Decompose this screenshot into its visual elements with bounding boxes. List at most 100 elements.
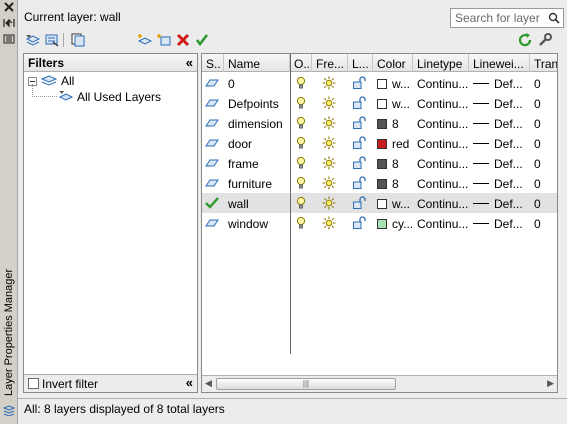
layer-color[interactable]: 8: [373, 113, 413, 133]
freeze-sun-icon[interactable]: [312, 133, 348, 153]
layer-status-icon[interactable]: [202, 73, 224, 93]
table-row[interactable]: wall w... Continu... Def... 0: [202, 193, 557, 213]
freeze-sun-icon[interactable]: [312, 113, 348, 133]
unlock-icon[interactable]: [348, 153, 373, 173]
layer-states-icon[interactable]: [69, 32, 87, 48]
horizontal-scrollbar[interactable]: ◀ ||| ▶: [202, 375, 557, 392]
layer-status-icon[interactable]: [202, 173, 224, 193]
unlock-icon[interactable]: [348, 133, 373, 153]
layer-lineweight[interactable]: Def...: [469, 113, 530, 133]
layer-lineweight[interactable]: Def...: [469, 73, 530, 93]
column-lock[interactable]: L...: [348, 54, 373, 72]
layer-name[interactable]: frame: [224, 153, 290, 173]
layer-linetype[interactable]: Continu...: [413, 93, 469, 113]
layer-name[interactable]: 0: [224, 73, 290, 93]
table-row[interactable]: 0 w... Continu... Def... 0: [202, 73, 557, 93]
layer-linetype[interactable]: Continu...: [413, 133, 469, 153]
on-bulb-icon[interactable]: [290, 73, 312, 93]
scroll-thumb[interactable]: |||: [216, 378, 396, 390]
layer-color[interactable]: 8: [373, 153, 413, 173]
column-on[interactable]: O..: [290, 54, 312, 72]
layer-lineweight[interactable]: Def...: [469, 153, 530, 173]
invert-filter-checkbox[interactable]: [28, 378, 39, 389]
layer-transparency[interactable]: 0: [530, 133, 557, 153]
refresh-icon[interactable]: [516, 32, 534, 48]
scroll-left-icon[interactable]: ◀: [205, 378, 212, 389]
set-current-icon[interactable]: [193, 32, 211, 48]
table-row[interactable]: door red Continu... Def... 0: [202, 133, 557, 153]
layer-status-icon[interactable]: [202, 93, 224, 113]
layer-color[interactable]: red: [373, 133, 413, 153]
layer-color[interactable]: cy...: [373, 213, 413, 233]
column-linetype[interactable]: Linetype: [413, 54, 469, 72]
unlock-icon[interactable]: [348, 73, 373, 93]
new-property-filter-icon[interactable]: [24, 32, 42, 48]
layer-name[interactable]: wall: [224, 193, 290, 213]
freeze-sun-icon[interactable]: [312, 93, 348, 113]
layer-lineweight[interactable]: Def...: [469, 213, 530, 233]
column-name[interactable]: Name: [224, 54, 290, 72]
layer-lineweight[interactable]: Def...: [469, 173, 530, 193]
on-bulb-icon[interactable]: [290, 153, 312, 173]
freeze-sun-icon[interactable]: [312, 213, 348, 233]
layer-lineweight[interactable]: Def...: [469, 193, 530, 213]
new-group-filter-icon[interactable]: [43, 32, 61, 48]
search-icon[interactable]: [548, 12, 560, 24]
layer-transparency[interactable]: 0: [530, 173, 557, 193]
auto-hide-icon[interactable]: [2, 18, 16, 31]
layer-color[interactable]: w...: [373, 93, 413, 113]
tree-item-all-used-layers[interactable]: All Used Layers: [58, 90, 161, 104]
layer-linetype[interactable]: Continu...: [413, 113, 469, 133]
unlock-icon[interactable]: [348, 93, 373, 113]
close-icon[interactable]: [2, 2, 16, 15]
properties-icon[interactable]: [2, 34, 16, 47]
freeze-sun-icon[interactable]: [312, 193, 348, 213]
layer-name[interactable]: furniture: [224, 173, 290, 193]
unlock-icon[interactable]: [348, 113, 373, 133]
table-row[interactable]: Defpoints w... Continu... Def... 0: [202, 93, 557, 113]
current-layer-icon[interactable]: [202, 193, 224, 213]
column-status[interactable]: S..: [202, 54, 224, 72]
layer-transparency[interactable]: 0: [530, 113, 557, 133]
on-bulb-icon[interactable]: [290, 173, 312, 193]
search-input[interactable]: Search for layer: [450, 8, 564, 28]
new-layer-icon[interactable]: [136, 32, 154, 48]
layer-color[interactable]: w...: [373, 73, 413, 93]
layer-status-icon[interactable]: [202, 213, 224, 233]
on-bulb-icon[interactable]: [290, 93, 312, 113]
unlock-icon[interactable]: [348, 213, 373, 233]
layer-transparency[interactable]: 0: [530, 213, 557, 233]
layer-name[interactable]: dimension: [224, 113, 290, 133]
table-row[interactable]: window cy... Continu... Def... 0: [202, 213, 557, 233]
layer-status-icon[interactable]: [202, 153, 224, 173]
table-row[interactable]: furniture 8 Continu... Def... 0: [202, 173, 557, 193]
unlock-icon[interactable]: [348, 193, 373, 213]
layer-status-icon[interactable]: [202, 113, 224, 133]
freeze-sun-icon[interactable]: [312, 73, 348, 93]
on-bulb-icon[interactable]: [290, 193, 312, 213]
new-vp-frozen-layer-icon[interactable]: [155, 32, 173, 48]
freeze-sun-icon[interactable]: [312, 153, 348, 173]
collapse-filters-icon[interactable]: «: [186, 55, 193, 70]
layer-name[interactable]: window: [224, 213, 290, 233]
column-transparency[interactable]: Tran...: [530, 54, 557, 72]
unlock-icon[interactable]: [348, 173, 373, 193]
table-row[interactable]: dimension 8 Continu... Def... 0: [202, 113, 557, 133]
collapse-filters-icon-bottom[interactable]: «: [186, 375, 193, 390]
table-row[interactable]: frame 8 Continu... Def... 0: [202, 153, 557, 173]
layer-linetype[interactable]: Continu...: [413, 193, 469, 213]
layer-transparency[interactable]: 0: [530, 73, 557, 93]
delete-layer-icon[interactable]: [174, 32, 192, 48]
column-color[interactable]: Color: [373, 54, 413, 72]
layer-status-icon[interactable]: [202, 133, 224, 153]
layer-color[interactable]: 8: [373, 173, 413, 193]
layer-transparency[interactable]: 0: [530, 153, 557, 173]
column-freeze[interactable]: Fre...: [312, 54, 348, 72]
layer-lineweight[interactable]: Def...: [469, 93, 530, 113]
layer-color[interactable]: w...: [373, 193, 413, 213]
layer-name[interactable]: door: [224, 133, 290, 153]
scroll-right-icon[interactable]: ▶: [547, 378, 554, 389]
layer-linetype[interactable]: Continu...: [413, 73, 469, 93]
on-bulb-icon[interactable]: [290, 213, 312, 233]
on-bulb-icon[interactable]: [290, 113, 312, 133]
